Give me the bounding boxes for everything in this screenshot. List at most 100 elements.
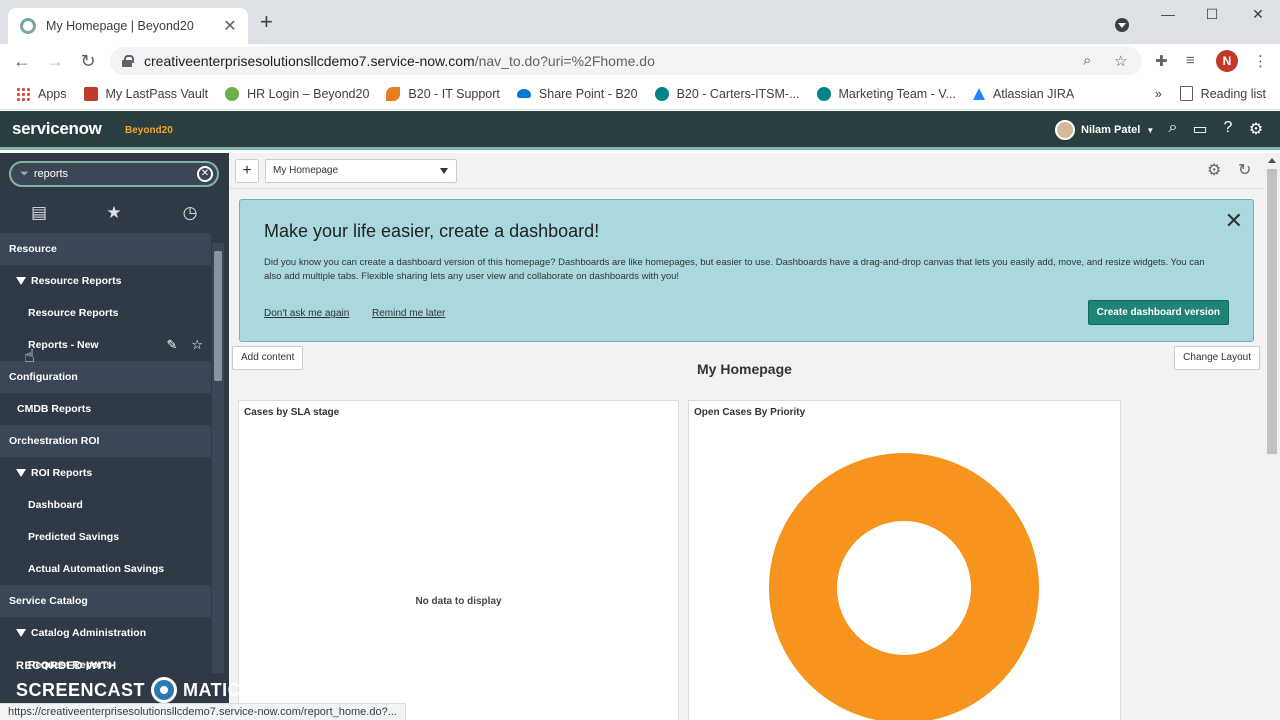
homepage-toolbar: + My Homepage ⚙ ↻ <box>229 153 1264 189</box>
bookmark-lastpass[interactable]: My LastPass Vault <box>83 86 208 101</box>
onedrive-cloud-icon <box>516 89 531 98</box>
chevron-down-icon: ▼ <box>1146 125 1155 135</box>
servicenow-header: servicenow Beyond20 Nilam Patel ▼ ⌕ ▭ ? … <box>0 111 1280 150</box>
dont-ask-again-link[interactable]: Don't ask me again <box>264 308 349 319</box>
hr-login-icon <box>225 86 240 101</box>
url-path: /nav_to.do?uri=%2Fhome.do <box>474 53 655 69</box>
user-avatar <box>1055 120 1075 140</box>
it-support-icon <box>386 86 401 101</box>
zoom-search-icon[interactable]: ⌕ <box>1083 52 1091 69</box>
remind-me-later-link[interactable]: Remind me later <box>372 308 445 319</box>
apps-grid-icon <box>16 86 30 101</box>
jira-icon <box>972 87 985 100</box>
collapse-triangle-icon <box>16 277 26 285</box>
reading-list-icon <box>1179 86 1193 101</box>
nav-section-roi-reports[interactable]: ROI Reports <box>0 457 211 489</box>
chrome-menu-icon[interactable]: ⋮ <box>1253 52 1268 70</box>
address-bar[interactable]: creativeenterprisesolutionsllcdemo7.serv… <box>110 47 1142 75</box>
sharepoint-icon <box>654 86 669 101</box>
maximize-icon[interactable]: ☐ <box>1197 6 1227 23</box>
browser-toolbar: ← → ↻ creativeenterprisesolutionsllcdemo… <box>0 44 1280 78</box>
instance-name: Beyond20 <box>125 125 173 136</box>
clear-filter-icon[interactable]: ✕ <box>197 166 213 182</box>
global-search-icon[interactable]: ⌕ <box>1163 119 1183 137</box>
servicenow-logo[interactable]: servicenow <box>12 119 102 139</box>
all-applications-icon[interactable]: ▤ <box>27 203 51 223</box>
navigator-filter-input[interactable]: ⏷ reports ✕ <box>9 161 219 187</box>
extensions-icon[interactable]: ✚ <box>1155 52 1168 70</box>
nav-app-resource[interactable]: Resource <box>0 233 211 265</box>
widget-title: Cases by SLA stage <box>244 407 340 418</box>
connect-chat-icon[interactable]: ▭ <box>1190 119 1210 139</box>
donut-slice[interactable] <box>769 453 1039 720</box>
nav-module-predicted-savings[interactable]: Predicted Savings <box>0 521 211 553</box>
change-layout-button[interactable]: Change Layout <box>1174 346 1260 370</box>
user-menu[interactable]: Nilam Patel ▼ <box>1055 120 1154 140</box>
bookmark-apps[interactable]: Apps <box>16 86 67 101</box>
nav-section-resource-reports[interactable]: Resource Reports <box>0 265 211 297</box>
profile-avatar[interactable]: N <box>1216 50 1238 72</box>
edit-pencil-icon[interactable]: ✎ <box>166 337 177 353</box>
nav-app-orchestration-roi[interactable]: Orchestration ROI <box>0 425 211 457</box>
close-banner-icon[interactable]: ✕ <box>1225 210 1243 232</box>
bookmark-marketing-team[interactable]: Marketing Team - V... <box>816 86 956 101</box>
add-favorite-star-icon[interactable]: ☆ <box>191 337 203 353</box>
homepage-select[interactable]: My Homepage <box>265 159 457 183</box>
close-tab-icon[interactable]: ✕ <box>222 16 238 36</box>
bookmark-carters-itsm[interactable]: B20 - Carters-ITSM-... <box>654 86 800 101</box>
reading-list-button[interactable]: Reading list <box>1201 87 1266 101</box>
widget-open-cases-by-priority: Open Cases By Priority <box>688 400 1121 720</box>
more-bookmarks-icon[interactable]: » <box>1155 87 1162 101</box>
window-close-icon[interactable]: ✕ <box>1243 6 1273 23</box>
refresh-icon[interactable]: ↻ <box>1238 160 1251 180</box>
collapse-triangle-icon <box>16 629 26 637</box>
dashboard-promo-banner: Make your life easier, create a dashboar… <box>239 199 1254 342</box>
back-icon[interactable]: ← <box>10 50 34 72</box>
history-clock-icon[interactable]: ◷ <box>178 203 202 223</box>
nav-app-service-catalog[interactable]: Service Catalog <box>0 585 211 617</box>
page-scroll-thumb[interactable] <box>1267 169 1277 454</box>
navigator-list: Resource Resource Reports Resource Repor… <box>0 233 211 681</box>
homepage-settings-gear-icon[interactable]: ⚙ <box>1207 160 1221 180</box>
add-homepage-button[interactable]: + <box>235 159 259 183</box>
application-navigator: ⏷ reports ✕ ▤ ★ ◷ Resource Resource Repo… <box>0 153 229 720</box>
nav-module-dashboard[interactable]: Dashboard <box>0 489 211 521</box>
user-name: Nilam Patel <box>1081 124 1141 136</box>
nav-module-resource-reports[interactable]: Resource Reports <box>0 297 211 329</box>
widget-cases-by-sla-stage: Cases by SLA stage No data to display <box>238 400 679 720</box>
bookmark-it-support[interactable]: B20 - IT Support <box>386 86 500 101</box>
media-queue-icon[interactable]: ≡ <box>1186 52 1195 69</box>
lock-icon[interactable] <box>122 55 134 67</box>
page-title: My Homepage <box>697 361 792 377</box>
page-scrollbar[interactable] <box>1264 153 1280 720</box>
filter-funnel-icon: ⏷ <box>20 167 29 180</box>
favorites-star-icon[interactable]: ★ <box>102 203 126 223</box>
new-tab-icon[interactable]: + <box>260 11 273 33</box>
bookmark-jira[interactable]: Atlassian JIRA <box>972 87 1074 101</box>
help-icon[interactable]: ? <box>1218 119 1238 137</box>
nav-section-catalog-administration[interactable]: Catalog Administration <box>0 617 211 649</box>
no-data-message: No data to display <box>415 596 502 607</box>
minimize-icon[interactable]: — <box>1153 6 1183 22</box>
add-content-button[interactable]: Add content <box>232 346 304 370</box>
content-frame: + My Homepage ⚙ ↻ Make your life easier,… <box>229 153 1280 720</box>
servicenow-favicon-icon <box>20 18 36 34</box>
forward-icon[interactable]: → <box>43 50 67 72</box>
browser-tab-bar: My Homepage | Beyond20 ✕ + — ☐ ✕ <box>0 0 1280 44</box>
navigator-scrollbar[interactable] <box>212 243 224 673</box>
create-dashboard-version-button[interactable]: Create dashboard version <box>1087 300 1229 325</box>
bookmark-sharepoint[interactable]: Share Point - B20 <box>516 87 638 101</box>
bookmark-hr-login[interactable]: HR Login – Beyond20 <box>225 86 369 101</box>
reload-icon[interactable]: ↻ <box>76 50 100 72</box>
navigator-scroll-thumb[interactable] <box>214 251 222 381</box>
nav-module-cmdb-reports[interactable]: CMDB Reports <box>0 393 211 425</box>
banner-title: Make your life easier, create a dashboar… <box>264 221 600 241</box>
nav-module-actual-automation-savings[interactable]: Actual Automation Savings <box>0 553 211 585</box>
hand-cursor-icon: ☝ <box>24 346 35 366</box>
browser-tab[interactable]: My Homepage | Beyond20 ✕ <box>8 8 248 44</box>
scroll-up-arrow-icon[interactable] <box>1268 158 1276 163</box>
url-host: creativeenterprisesolutionsllcdemo7.serv… <box>144 53 475 69</box>
system-settings-gear-icon[interactable]: ⚙ <box>1246 119 1266 139</box>
tab-search-icon[interactable] <box>1115 18 1129 32</box>
bookmark-star-icon[interactable]: ☆ <box>1114 52 1127 70</box>
